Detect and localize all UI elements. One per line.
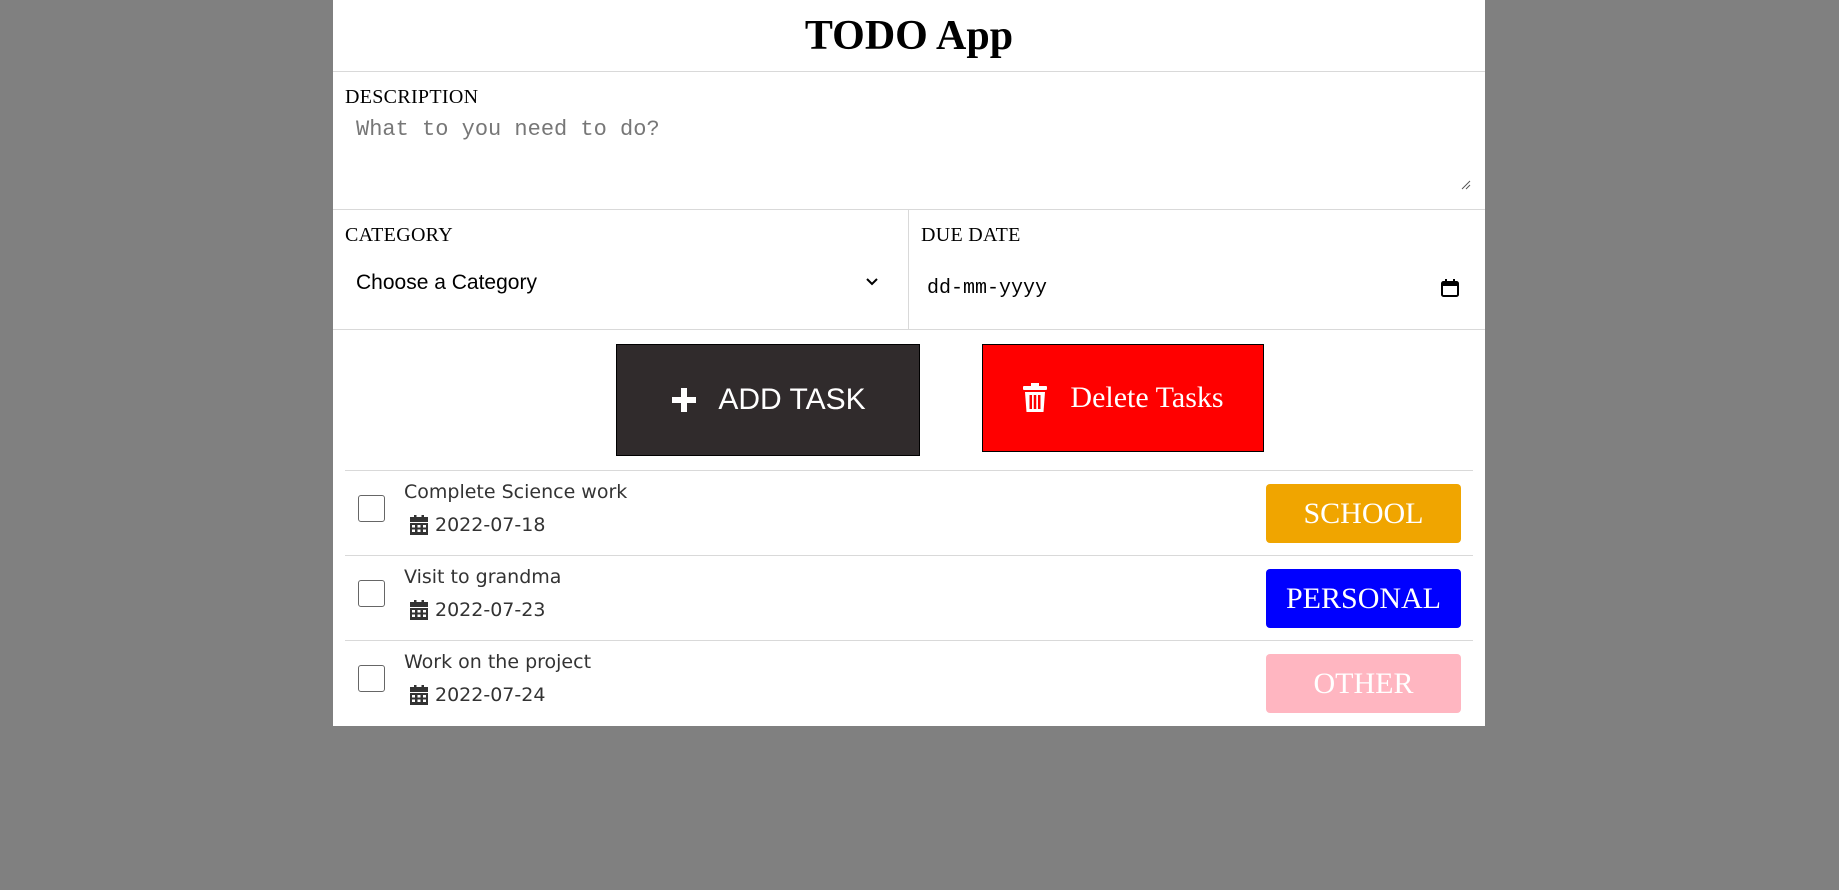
task-row: Visit to grandma 2022-07-23 PERSONAL: [345, 555, 1473, 640]
category-select[interactable]: Choose a Category: [356, 271, 537, 295]
chevron-down-icon[interactable]: [864, 273, 880, 289]
calendar-icon: [410, 515, 428, 535]
delete-tasks-label: Delete Tasks: [1070, 381, 1224, 414]
calendar-icon: [410, 600, 428, 620]
task-date-text: 2022-07-24: [435, 684, 546, 706]
task-checkbox[interactable]: [358, 495, 385, 522]
due-date-label: DUE DATE: [921, 224, 1021, 246]
task-description: Visit to grandma: [404, 566, 562, 588]
plus-icon: [672, 388, 697, 412]
resize-handle-icon[interactable]: [1459, 178, 1471, 190]
category-badge: SCHOOL: [1266, 484, 1461, 543]
task-list: Complete Science work 2022-07-18 SCHOOL: [345, 470, 1473, 725]
category-section: CATEGORY Choose a Category: [333, 210, 909, 329]
add-task-button[interactable]: ADD TASK: [616, 344, 920, 456]
task-date-text: 2022-07-23: [435, 599, 546, 621]
task-date: 2022-07-24: [409, 684, 545, 706]
calendar-icon: [410, 685, 428, 705]
task-date-text: 2022-07-18: [435, 514, 546, 536]
due-date-input[interactable]: dd-mm-yyyy: [927, 277, 1047, 300]
description-section: DESCRIPTION What to you need to do?: [333, 72, 1485, 210]
description-textarea[interactable]: What to you need to do?: [356, 117, 1473, 142]
add-task-label: ADD TASK: [718, 383, 866, 416]
task-description: Complete Science work: [404, 481, 628, 503]
due-date-section: DUE DATE dd-mm-yyyy: [909, 210, 1485, 329]
category-badge: OTHER: [1266, 654, 1461, 713]
category-date-row: CATEGORY Choose a Category DUE DATE dd-m…: [333, 210, 1485, 330]
trash-icon: [1023, 383, 1048, 412]
app-title: TODO App: [333, 0, 1485, 72]
task-date: 2022-07-18: [409, 514, 545, 536]
task-date: 2022-07-23: [409, 599, 545, 621]
task-checkbox[interactable]: [358, 665, 385, 692]
description-label: DESCRIPTION: [345, 86, 479, 108]
category-label: CATEGORY: [345, 224, 453, 246]
delete-tasks-button[interactable]: Delete Tasks: [982, 344, 1264, 452]
todo-card: TODO App DESCRIPTION What to you need to…: [333, 0, 1485, 726]
action-buttons: ADD TASK Delete Tasks: [333, 344, 1485, 456]
calendar-icon[interactable]: [1440, 278, 1460, 298]
task-row: Work on the project 2022-07-24 OTHER: [345, 640, 1473, 725]
category-badge: PERSONAL: [1266, 569, 1461, 628]
task-checkbox[interactable]: [358, 580, 385, 607]
task-row: Complete Science work 2022-07-18 SCHOOL: [345, 470, 1473, 555]
task-description: Work on the project: [404, 651, 592, 673]
